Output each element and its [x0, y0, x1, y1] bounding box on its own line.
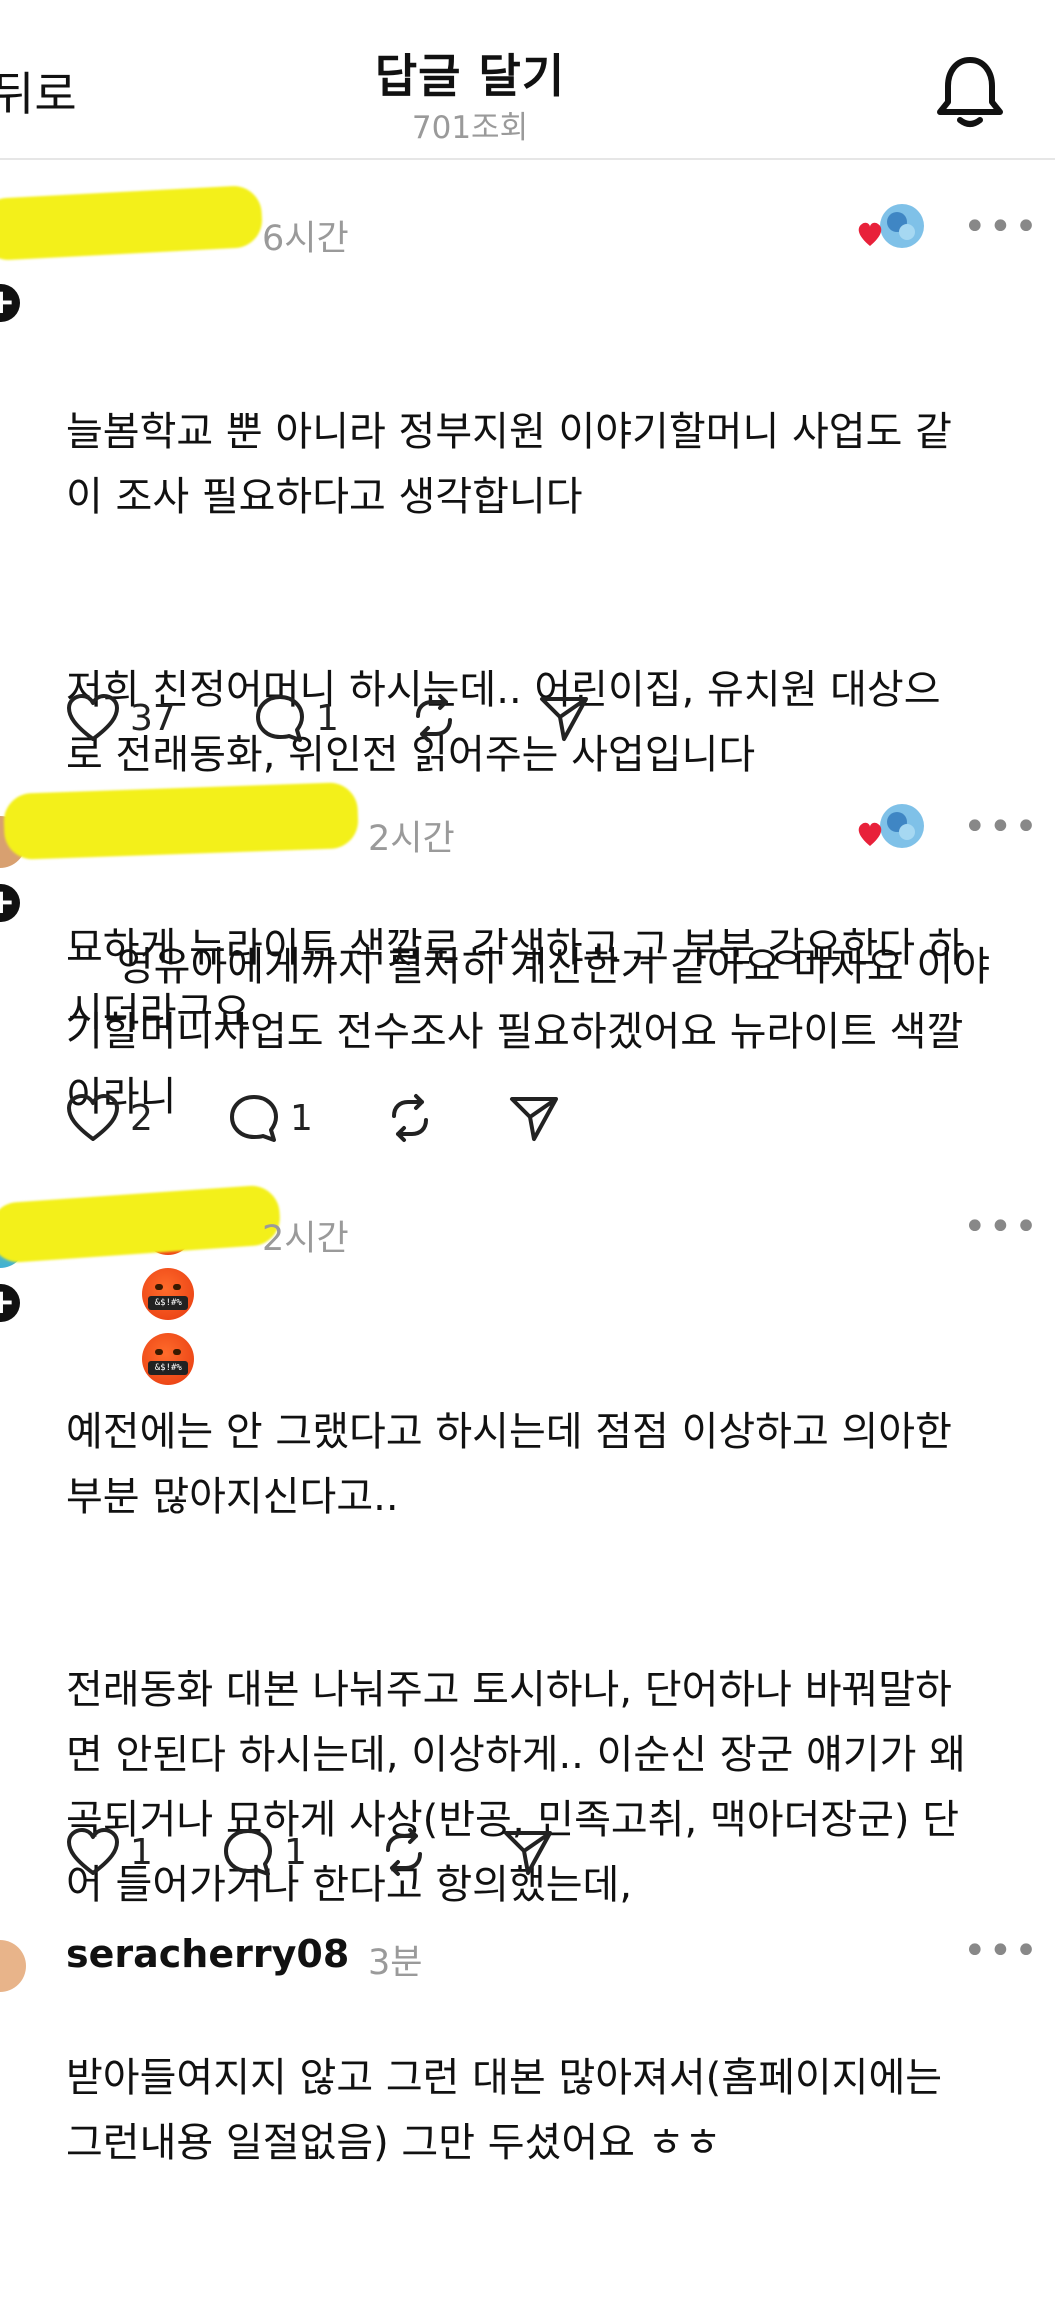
top-bar: 뒤로 답글 달기 701조회: [0, 0, 1055, 160]
follow-plus-icon[interactable]: +: [0, 884, 20, 922]
bell-icon[interactable]: [934, 52, 1006, 130]
comment-paragraph: 늘봄학교 뿐 아니라 정부지원 이야기할머니 사업도 같 이 조사 필요하다고 …: [66, 409, 952, 520]
more-dots-icon[interactable]: •••: [963, 804, 1040, 850]
comment-icon: [256, 695, 304, 742]
redacted-username: [0, 1183, 282, 1265]
send-icon: [504, 1831, 552, 1875]
comment-2: 2시간 + ••• 영유아에게까지 철저히 계산한거 같아요 마자요 이야 기할…: [0, 760, 1055, 1385]
more-dots-icon[interactable]: •••: [963, 204, 1040, 250]
share-button[interactable]: [538, 686, 590, 750]
heart-icon: [67, 1094, 119, 1141]
comment-icon: [224, 1829, 272, 1876]
comment-actions: 37 1: [60, 686, 620, 750]
repost-button[interactable]: [378, 1820, 430, 1884]
comment-paragraph: 받아들여지지 않고 그런 대본 많아져서(홈페이지에는 그런내용 일절없음) 그…: [66, 2055, 943, 2166]
share-button[interactable]: [508, 1086, 560, 1150]
repost-icon: [416, 694, 452, 742]
view-count: 701조회: [411, 110, 529, 146]
repost-icon: [386, 1828, 422, 1876]
comment-actions: 1 1: [60, 1820, 580, 1884]
like-count: 2: [130, 1097, 153, 1139]
like-button[interactable]: 2: [66, 1086, 153, 1150]
heart-icon: [67, 1828, 119, 1875]
reply-button[interactable]: 1: [228, 1086, 313, 1150]
heart-icon: [67, 694, 119, 741]
comment-time: 3분: [368, 1943, 423, 1983]
comment-body: 예전에는 안 그랬다고 하시는데 점점 이상하고 의아한 부분 많아지신다고..…: [66, 1270, 1026, 2306]
liked-by-avatars[interactable]: [852, 802, 924, 858]
page-title: 답글 달기: [374, 49, 566, 103]
redacted-username: [2, 781, 360, 861]
comment-paragraph: 예전에는 안 그랬다고 하시는데 점점 이상하고 의아한 부분 많아지신다고..: [66, 1409, 952, 1520]
liked-by-avatars[interactable]: [852, 202, 924, 258]
comment-actions: 2 1: [60, 1086, 580, 1150]
share-button[interactable]: [502, 1820, 554, 1884]
more-dots-icon[interactable]: •••: [963, 1928, 1040, 1974]
follow-plus-icon[interactable]: +: [0, 1284, 20, 1322]
repost-button[interactable]: [384, 1086, 436, 1150]
send-icon: [510, 1097, 558, 1141]
reply-count: 1: [284, 1831, 307, 1873]
more-dots-icon[interactable]: •••: [963, 1204, 1040, 1250]
comment-1: 6시간 + ••• 늘봄학교 뿐 아니라 정부지원 이야기할머니 사업도 같 이…: [0, 158, 1055, 1036]
reply-count: 1: [316, 697, 339, 739]
comment-time: 2시간: [368, 819, 455, 859]
redacted-username: [0, 184, 264, 262]
repost-icon: [392, 1094, 428, 1142]
comment-4: seracherry08 3분 •••: [0, 1900, 1055, 1999]
like-button[interactable]: 37: [66, 686, 176, 750]
repost-button[interactable]: [408, 686, 460, 750]
like-button[interactable]: 1: [66, 1820, 153, 1884]
comment-username[interactable]: seracherry08: [66, 1932, 349, 1976]
reply-button[interactable]: 1: [222, 1820, 307, 1884]
avatar[interactable]: [0, 1940, 26, 1992]
reply-count: 1: [290, 1097, 313, 1139]
reply-button[interactable]: 1: [254, 686, 339, 750]
comment-time: 6시간: [262, 219, 349, 259]
comment-3: 2시간 + ••• 예전에는 안 그랬다고 하시는데 점점 이상하고 의아한 부…: [0, 1160, 1055, 2166]
comment-time: 2시간: [262, 1219, 349, 1259]
like-count: 37: [130, 697, 176, 739]
follow-plus-icon[interactable]: +: [0, 284, 20, 322]
comment-icon: [230, 1095, 278, 1142]
like-count: 1: [130, 1831, 153, 1873]
send-icon: [540, 697, 588, 741]
